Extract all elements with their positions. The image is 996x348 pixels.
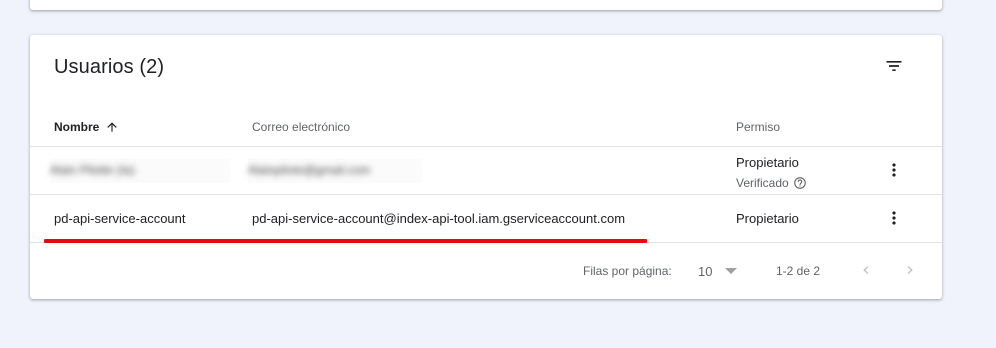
arrow-drop-down-icon xyxy=(725,268,737,274)
help-outline-icon[interactable] xyxy=(793,176,807,190)
row-menu-button[interactable] xyxy=(882,206,906,230)
more-vert-icon xyxy=(892,211,896,225)
users-card: Usuarios (2) Nombre Correo electrónico P… xyxy=(30,35,942,299)
verified-status: Verificado xyxy=(736,176,807,190)
permission-value: Propietario xyxy=(736,155,799,170)
row-menu-button[interactable] xyxy=(882,158,906,182)
previous-page-button[interactable] xyxy=(854,258,878,282)
highlight-underline xyxy=(44,239,647,243)
filter-list-icon xyxy=(886,61,902,71)
user-name: pd-api-service-account xyxy=(54,211,186,226)
next-page-button[interactable] xyxy=(898,258,922,282)
column-header-name-label: Nombre xyxy=(54,120,100,134)
filter-button[interactable] xyxy=(878,53,910,81)
permission-value: Propietario xyxy=(736,211,799,226)
pagination-range: 1-2 de 2 xyxy=(776,264,821,278)
more-vert-icon xyxy=(892,163,896,177)
rows-per-page-select[interactable]: 10 xyxy=(692,259,748,283)
chevron-left-icon xyxy=(863,266,869,274)
table-row: Alain Pilotte (Ia) Alainpilote@gmail.com… xyxy=(30,147,942,194)
blurred-email: Alainpilote@gmail.com xyxy=(248,163,371,177)
arrow-upward-icon xyxy=(105,120,119,134)
table-row: pd-api-service-account pd-api-service-ac… xyxy=(30,195,942,242)
column-header-email[interactable]: Correo electrónico xyxy=(252,120,350,134)
rows-per-page-value: 10 xyxy=(698,264,713,279)
blurred-name: Alain Pilotte (Ia) xyxy=(50,163,135,177)
column-header-name[interactable]: Nombre xyxy=(54,120,119,134)
rows-per-page-label: Filas por página: xyxy=(583,264,672,278)
user-email: pd-api-service-account@index-api-tool.ia… xyxy=(252,211,626,226)
verified-label: Verificado xyxy=(736,176,789,190)
previous-card xyxy=(30,0,942,10)
card-title: Usuarios (2) xyxy=(54,56,165,78)
chevron-right-icon xyxy=(907,266,913,274)
column-header-permission[interactable]: Permiso xyxy=(736,120,780,134)
